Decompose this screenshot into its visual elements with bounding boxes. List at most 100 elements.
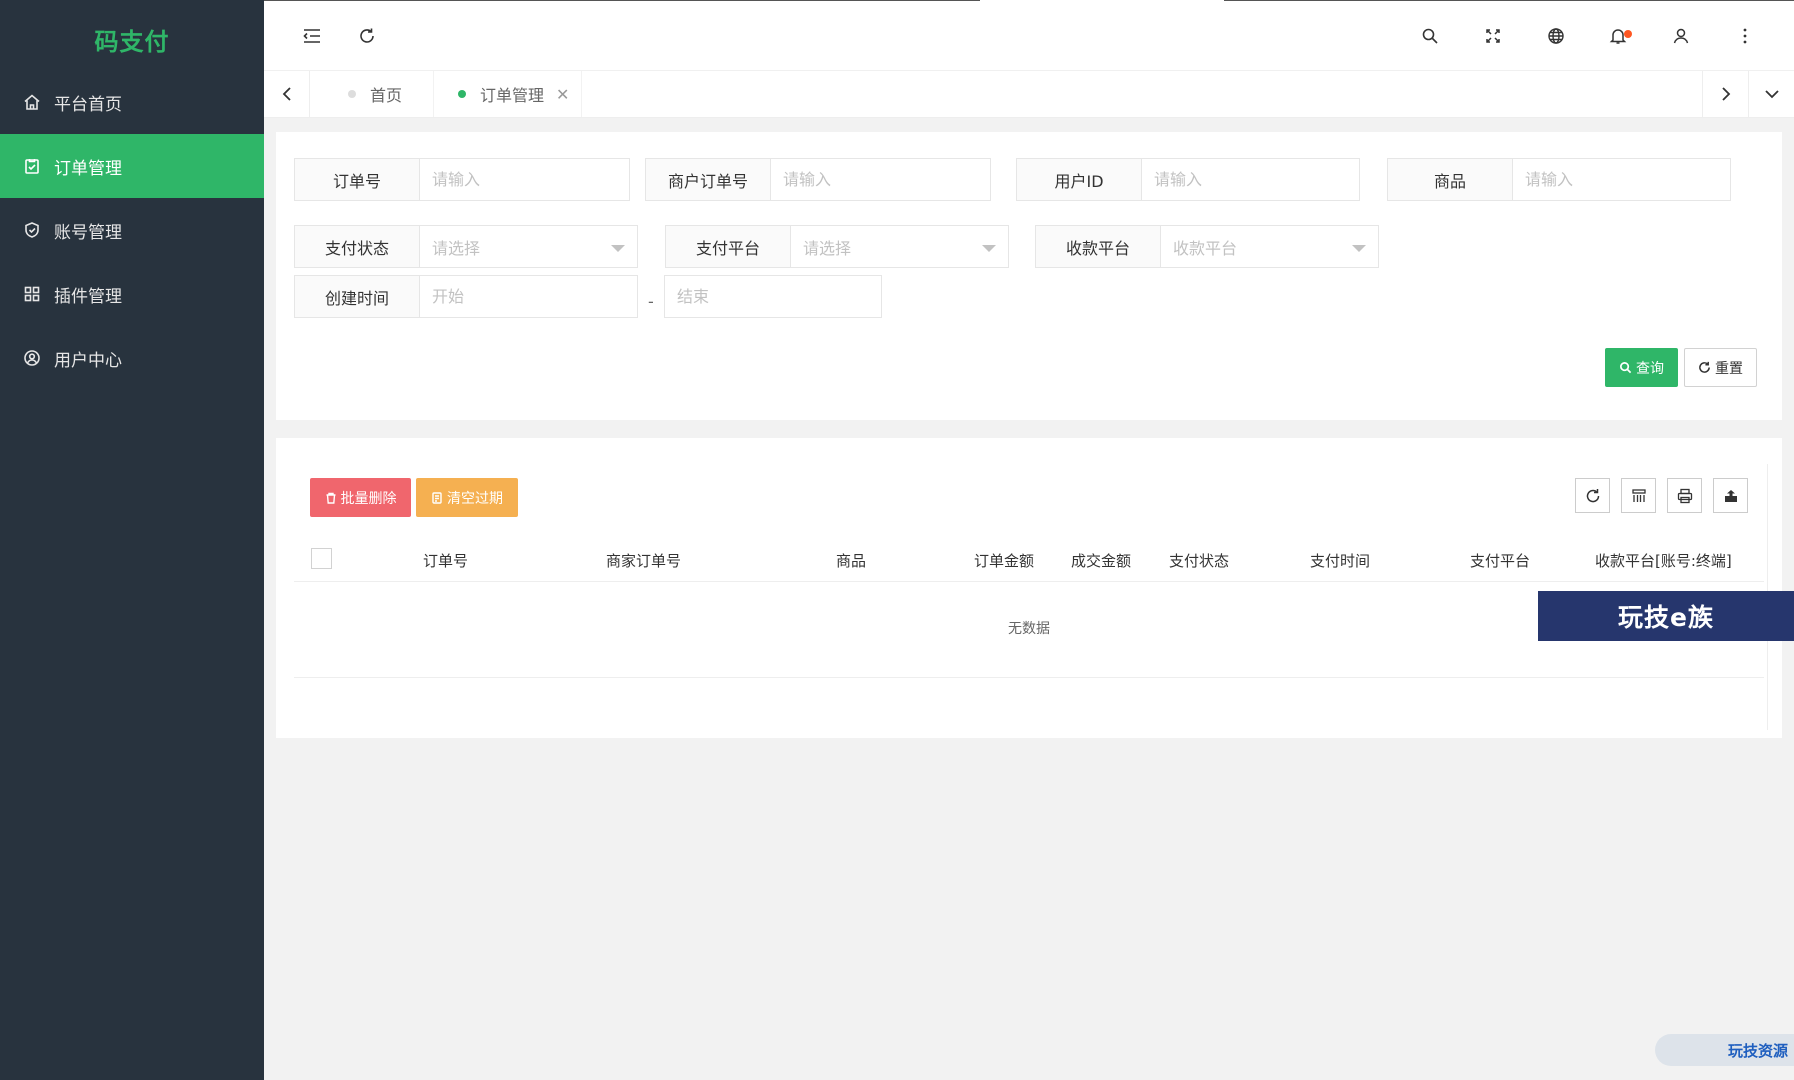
- created-time-end-field: [664, 275, 882, 318]
- column-header-order-no[interactable]: 订单号: [423, 550, 468, 571]
- pay-status-select[interactable]: 请选择: [420, 225, 638, 268]
- column-header-order-amount[interactable]: 订单金额: [974, 550, 1034, 571]
- watermark-banner: 玩技e族: [1538, 591, 1794, 641]
- sidebar-menu: 平台首页 订单管理 账号管理 插件管理 用户中心: [0, 70, 264, 390]
- column-header-merchant-order-no[interactable]: 商家订单号: [606, 550, 681, 571]
- column-header-deal-amount[interactable]: 成交金额: [1071, 550, 1131, 571]
- fullscreen-icon[interactable]: [1481, 24, 1505, 48]
- search-panel: 订单号 商户订单号 用户ID 商品 支付状态 请选择 支付平台 请选择 收款平台…: [276, 132, 1782, 420]
- order-no-field: 订单号: [294, 158, 630, 201]
- tab-status-dot: [348, 90, 356, 98]
- grid-icon: [22, 284, 42, 304]
- app-logo[interactable]: 码支付: [0, 0, 264, 78]
- tab-label: 首页: [370, 86, 403, 105]
- sidebar-item-account-management[interactable]: 账号管理: [0, 198, 264, 262]
- tabs-bar: 首页 订单管理 ✕: [264, 71, 1794, 118]
- sidebar: 码支付 平台首页 订单管理 账号管理 插件管理 用户中心: [0, 0, 264, 1080]
- pay-platform-field: 支付平台 请选择: [665, 225, 1009, 268]
- pay-status-field: 支付状态 请选择: [294, 225, 638, 268]
- column-header-receive-platform[interactable]: 收款平台[账号:终端]: [1595, 550, 1732, 571]
- reset-button[interactable]: 重置: [1684, 348, 1757, 387]
- clipboard-check-icon: [22, 156, 42, 176]
- chevron-right-icon: [1721, 87, 1730, 101]
- reset-button-label: 重置: [1715, 360, 1743, 377]
- sidebar-item-label: 平台首页: [54, 94, 122, 115]
- column-header-product[interactable]: 商品: [836, 550, 866, 571]
- tab-home[interactable]: 首页: [326, 71, 434, 117]
- created-time-start-input[interactable]: [420, 275, 638, 318]
- query-button[interactable]: 查询: [1605, 348, 1678, 387]
- sidebar-item-label: 用户中心: [54, 350, 122, 371]
- clear-expired-button[interactable]: 清空过期: [416, 478, 518, 517]
- product-input[interactable]: [1513, 158, 1731, 201]
- user-icon[interactable]: [1669, 24, 1693, 48]
- created-time-end-input[interactable]: [664, 275, 882, 318]
- tabs-menu-button[interactable]: [1748, 71, 1794, 117]
- sidebar-item-label: 插件管理: [54, 286, 122, 307]
- clear-expired-label: 清空过期: [447, 490, 503, 507]
- print-icon: [1677, 488, 1692, 503]
- caret-down-icon: [1352, 245, 1366, 252]
- table-panel: 批量删除 清空过期 订单号 商家订单号 商品 订单金额 成交金额 支付状态 支付…: [276, 438, 1782, 738]
- field-label: 创建时间: [294, 275, 420, 318]
- search-icon[interactable]: [1418, 24, 1442, 48]
- field-label: 支付平台: [665, 225, 791, 268]
- product-field: 商品: [1387, 158, 1731, 201]
- table-export-button[interactable]: [1713, 478, 1748, 513]
- merchant-order-no-field: 商户订单号: [645, 158, 991, 201]
- document-icon: [431, 491, 443, 504]
- column-header-pay-status[interactable]: 支付状态: [1169, 550, 1229, 571]
- batch-delete-button[interactable]: 批量删除: [310, 478, 411, 517]
- query-button-label: 查询: [1636, 360, 1664, 377]
- sidebar-item-user-center[interactable]: 用户中心: [0, 326, 264, 390]
- refresh-icon: [1698, 361, 1711, 374]
- more-vertical-icon[interactable]: [1733, 24, 1757, 48]
- pay-platform-select[interactable]: 请选择: [791, 225, 1009, 268]
- batch-delete-label: 批量删除: [340, 490, 397, 507]
- table-header: 订单号 商家订单号 商品 订单金额 成交金额 支付状态 支付时间 支付平台 收款…: [294, 534, 1764, 582]
- sidebar-item-order-management[interactable]: 订单管理: [0, 134, 264, 198]
- search-icon: [1619, 361, 1632, 374]
- select-all-checkbox[interactable]: [311, 548, 332, 569]
- table-refresh-button[interactable]: [1575, 478, 1610, 513]
- receive-platform-select[interactable]: 收款平台: [1161, 225, 1379, 268]
- order-no-input[interactable]: [420, 158, 630, 201]
- globe-icon[interactable]: [1544, 24, 1568, 48]
- refresh-icon: [1586, 488, 1599, 502]
- field-label: 用户ID: [1016, 158, 1142, 201]
- tabs-scroll-right-button[interactable]: [1702, 71, 1748, 117]
- chevron-left-icon: [282, 87, 291, 101]
- tabs-scroll-left-button[interactable]: [264, 71, 310, 117]
- field-label: 商户订单号: [645, 158, 771, 201]
- user-id-field: 用户ID: [1016, 158, 1360, 201]
- sidebar-item-label: 账号管理: [54, 222, 122, 243]
- user-id-input[interactable]: [1142, 158, 1360, 201]
- field-label: 支付状态: [294, 225, 420, 268]
- column-header-pay-time[interactable]: 支付时间: [1310, 550, 1370, 571]
- shield-check-icon: [22, 220, 42, 240]
- chevron-down-icon: [1764, 90, 1779, 99]
- top-header: [264, 0, 1794, 71]
- field-label: 商品: [1387, 158, 1513, 201]
- select-placeholder: 收款平台: [1173, 238, 1238, 258]
- sidebar-item-plugin-management[interactable]: 插件管理: [0, 262, 264, 326]
- refresh-icon[interactable]: [355, 24, 379, 48]
- table-columns-button[interactable]: [1621, 478, 1656, 513]
- menu-fold-icon[interactable]: [300, 24, 324, 48]
- select-placeholder: 请选择: [432, 238, 481, 258]
- sidebar-item-platform-home[interactable]: 平台首页: [0, 70, 264, 134]
- date-range-separator: -: [648, 292, 654, 311]
- tab-order-management[interactable]: 订单管理 ✕: [434, 71, 582, 117]
- table-print-button[interactable]: [1667, 478, 1702, 513]
- caret-down-icon: [611, 245, 625, 252]
- merchant-order-no-input[interactable]: [771, 158, 991, 201]
- column-header-pay-platform[interactable]: 支付平台: [1470, 550, 1530, 571]
- export-icon: [1724, 489, 1737, 502]
- tab-close-icon[interactable]: ✕: [556, 85, 569, 104]
- home-icon: [22, 92, 42, 112]
- field-label: 订单号: [294, 158, 420, 201]
- watermark-corner: 玩技资源: [1655, 1034, 1794, 1066]
- bell-icon[interactable]: [1606, 24, 1632, 48]
- tab-label: 订单管理: [480, 86, 545, 105]
- created-time-field: 创建时间: [294, 275, 638, 318]
